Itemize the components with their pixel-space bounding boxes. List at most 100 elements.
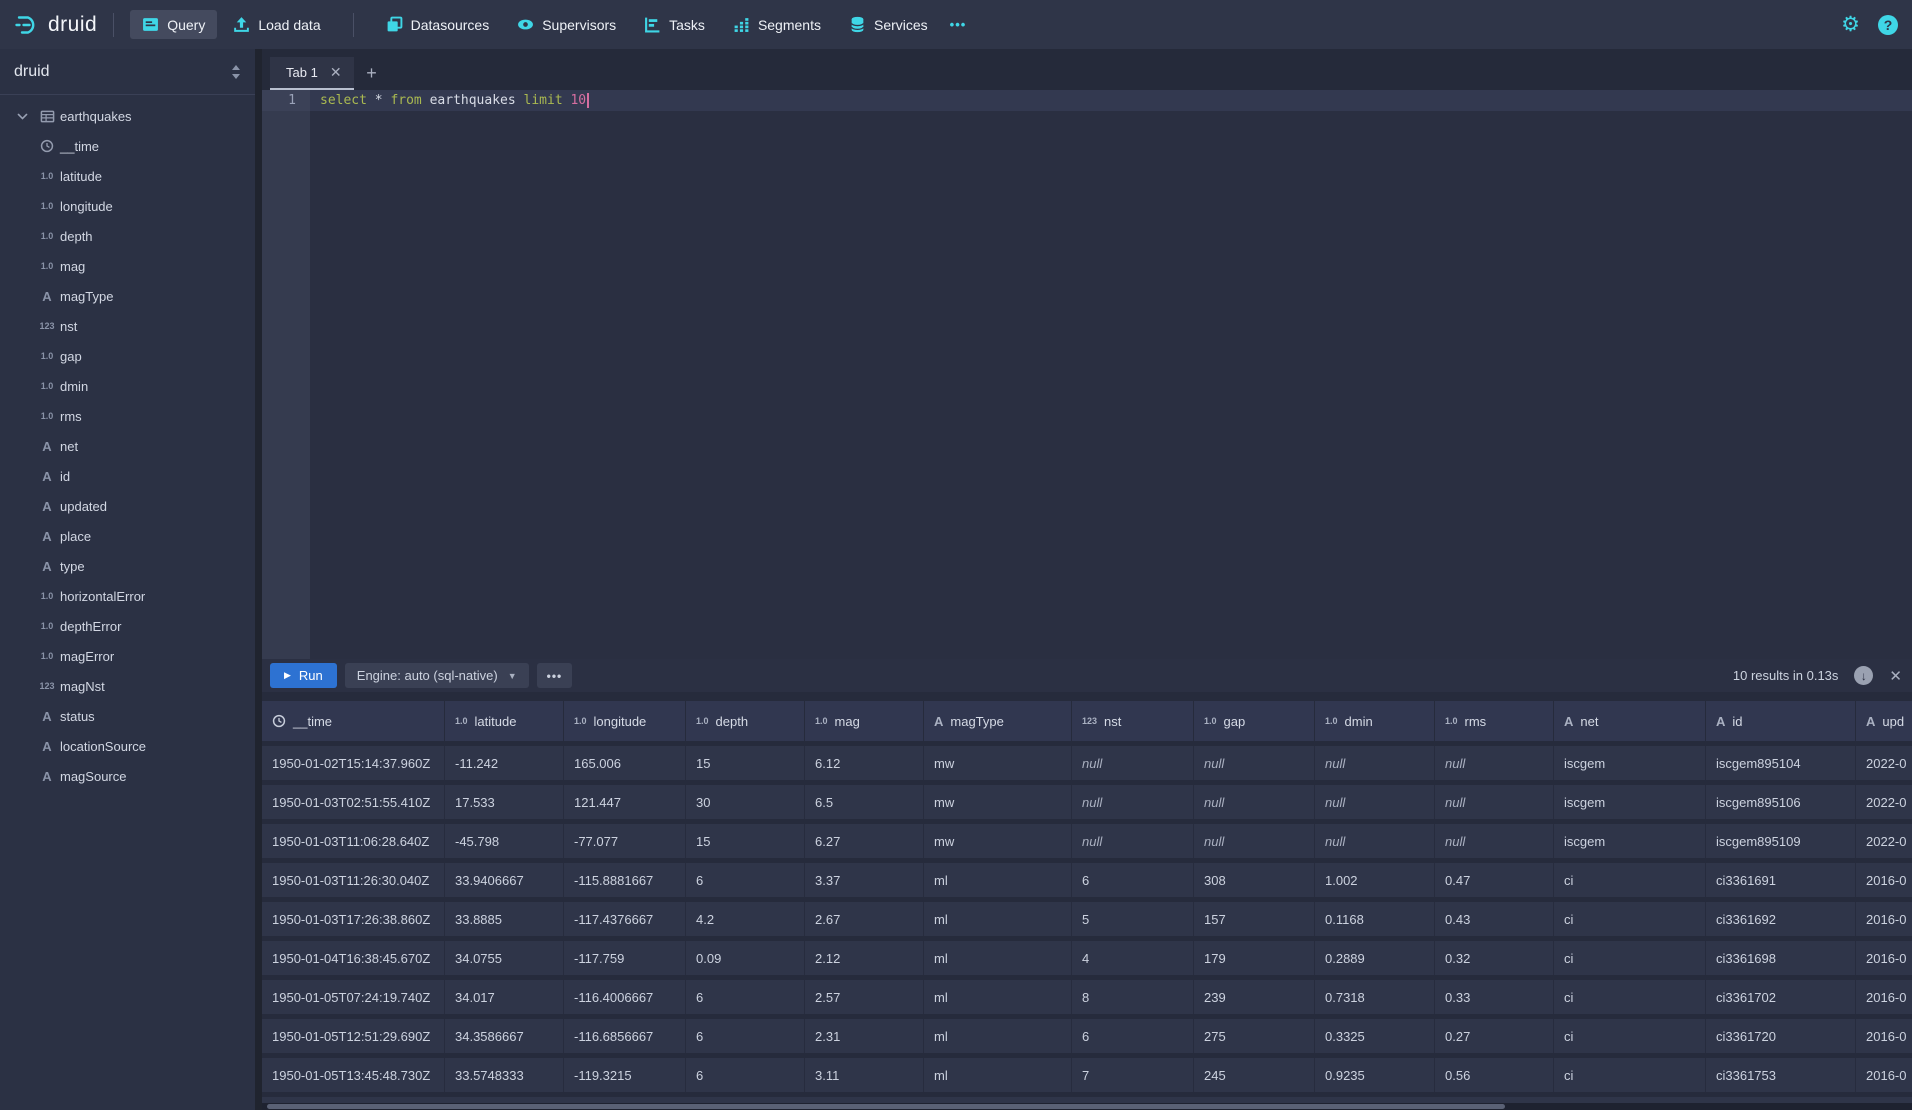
- editor-body[interactable]: [310, 111, 1912, 659]
- tree-item-column-gap[interactable]: 1.0gap: [0, 341, 255, 371]
- settings-gear-icon[interactable]: ⚙: [1841, 14, 1860, 35]
- download-icon[interactable]: ↓: [1854, 666, 1873, 685]
- cell-id[interactable]: ci3361692: [1706, 902, 1856, 936]
- cell-net[interactable]: ci: [1554, 1058, 1706, 1092]
- cell-latitude[interactable]: 34.017: [445, 980, 564, 1014]
- cell-rms[interactable]: 0.33: [1435, 980, 1554, 1014]
- cell-time[interactable]: 1950-01-03T11:26:30.040Z: [262, 863, 445, 897]
- cell-rms[interactable]: 0.27: [1435, 1019, 1554, 1053]
- header-cell-nst[interactable]: 123nst: [1072, 701, 1194, 741]
- tree-item-column-locationSource[interactable]: AlocationSource: [0, 731, 255, 761]
- cell-dmin[interactable]: 0.2889: [1315, 941, 1435, 975]
- cell-longitude[interactable]: 165.006: [564, 746, 686, 780]
- cell-depth[interactable]: 4.2: [686, 902, 805, 936]
- cell-magType[interactable]: mw: [924, 746, 1072, 780]
- cell-upd[interactable]: 2022-0: [1856, 746, 1912, 780]
- cell-depth[interactable]: 6: [686, 980, 805, 1014]
- schema-selector[interactable]: druid: [0, 49, 255, 95]
- cell-dmin[interactable]: 0.3325: [1315, 1019, 1435, 1053]
- cell-nst[interactable]: 4: [1072, 941, 1194, 975]
- tree-item-column-mag[interactable]: 1.0mag: [0, 251, 255, 281]
- tree-item-column-rms[interactable]: 1.0rms: [0, 401, 255, 431]
- cell-gap[interactable]: 157: [1194, 902, 1315, 936]
- cell-nst[interactable]: 5: [1072, 902, 1194, 936]
- cell-latitude[interactable]: 34.0755: [445, 941, 564, 975]
- cell-gap[interactable]: null: [1194, 824, 1315, 858]
- cell-id[interactable]: iscgem895109: [1706, 824, 1856, 858]
- cell-latitude[interactable]: 33.5748333: [445, 1058, 564, 1092]
- header-cell-id[interactable]: Aid: [1706, 701, 1856, 741]
- cell-mag[interactable]: 6.5: [805, 785, 924, 819]
- tree-item-column-horizontalError[interactable]: 1.0horizontalError: [0, 581, 255, 611]
- cell-id[interactable]: ci3361702: [1706, 980, 1856, 1014]
- horizontal-scrollbar-thumb[interactable]: [267, 1104, 1505, 1109]
- cell-time[interactable]: 1950-01-03T17:26:38.860Z: [262, 902, 445, 936]
- cell-latitude[interactable]: -11.242: [445, 746, 564, 780]
- header-cell-longitude[interactable]: 1.0longitude: [564, 701, 686, 741]
- header-cell-magType[interactable]: AmagType: [924, 701, 1072, 741]
- tree-item-column-time[interactable]: __time: [0, 131, 255, 161]
- tree-item-column-id[interactable]: Aid: [0, 461, 255, 491]
- cell-longitude[interactable]: -116.6856667: [564, 1019, 686, 1053]
- cell-depth[interactable]: 15: [686, 824, 805, 858]
- tree-item-column-latitude[interactable]: 1.0latitude: [0, 161, 255, 191]
- cell-upd[interactable]: 2022-0: [1856, 824, 1912, 858]
- cell-mag[interactable]: 6.12: [805, 746, 924, 780]
- cell-time[interactable]: 1950-01-03T11:06:28.640Z: [262, 824, 445, 858]
- cell-latitude[interactable]: 33.9406667: [445, 863, 564, 897]
- tree-item-column-place[interactable]: Aplace: [0, 521, 255, 551]
- cell-net[interactable]: ci: [1554, 902, 1706, 936]
- nav-item-load-data[interactable]: Load data: [221, 10, 332, 39]
- cell-gap[interactable]: null: [1194, 746, 1315, 780]
- sql-code-line[interactable]: select * from earthquakes limit 10: [310, 90, 1912, 111]
- header-cell-rms[interactable]: 1.0rms: [1435, 701, 1554, 741]
- header-cell-depth[interactable]: 1.0depth: [686, 701, 805, 741]
- tree-item-column-nst[interactable]: 123nst: [0, 311, 255, 341]
- cell-depth[interactable]: 6: [686, 1019, 805, 1053]
- tree-item-column-depthError[interactable]: 1.0depthError: [0, 611, 255, 641]
- cell-longitude[interactable]: -116.4006667: [564, 980, 686, 1014]
- cell-longitude[interactable]: -115.8881667: [564, 863, 686, 897]
- header-cell-time[interactable]: __time: [262, 701, 445, 741]
- nav-item-supervisors[interactable]: Supervisors: [505, 10, 628, 39]
- cell-upd[interactable]: 2016-0: [1856, 1058, 1912, 1092]
- nav-item-segments[interactable]: Segments: [721, 10, 833, 39]
- cell-magType[interactable]: ml: [924, 902, 1072, 936]
- double-caret-sort-icon[interactable]: [231, 65, 241, 79]
- cell-mag[interactable]: 2.31: [805, 1019, 924, 1053]
- cell-upd[interactable]: 2016-0: [1856, 902, 1912, 936]
- cell-latitude[interactable]: 17.533: [445, 785, 564, 819]
- tab-1[interactable]: Tab 1 ✕: [270, 57, 354, 90]
- nav-item-tasks[interactable]: Tasks: [632, 10, 717, 39]
- cell-rms[interactable]: null: [1435, 746, 1554, 780]
- cell-gap[interactable]: 179: [1194, 941, 1315, 975]
- cell-upd[interactable]: 2016-0: [1856, 863, 1912, 897]
- tree-item-column-net[interactable]: Anet: [0, 431, 255, 461]
- tree-item-column-magType[interactable]: AmagType: [0, 281, 255, 311]
- cell-magType[interactable]: ml: [924, 941, 1072, 975]
- tree-item-column-depth[interactable]: 1.0depth: [0, 221, 255, 251]
- tree-item-column-type[interactable]: Atype: [0, 551, 255, 581]
- cell-nst[interactable]: null: [1072, 824, 1194, 858]
- cell-magType[interactable]: mw: [924, 824, 1072, 858]
- nav-more-button[interactable]: •••: [940, 11, 977, 38]
- tree-item-column-magError[interactable]: 1.0magError: [0, 641, 255, 671]
- tree-item-column-dmin[interactable]: 1.0dmin: [0, 371, 255, 401]
- cell-upd[interactable]: 2022-0: [1856, 785, 1912, 819]
- cell-upd[interactable]: 2016-0: [1856, 980, 1912, 1014]
- cell-time[interactable]: 1950-01-05T07:24:19.740Z: [262, 980, 445, 1014]
- cell-nst[interactable]: 6: [1072, 1019, 1194, 1053]
- header-cell-latitude[interactable]: 1.0latitude: [445, 701, 564, 741]
- cell-upd[interactable]: 2016-0: [1856, 941, 1912, 975]
- cell-magType[interactable]: mw: [924, 785, 1072, 819]
- engine-select[interactable]: Engine: auto (sql-native) ▼: [345, 663, 529, 688]
- cell-gap[interactable]: 275: [1194, 1019, 1315, 1053]
- cell-id[interactable]: ci3361698: [1706, 941, 1856, 975]
- cell-longitude[interactable]: -117.759: [564, 941, 686, 975]
- cell-net[interactable]: ci: [1554, 1019, 1706, 1053]
- cell-nst[interactable]: null: [1072, 746, 1194, 780]
- tree-item-datasource-earthquakes[interactable]: earthquakes: [0, 101, 255, 131]
- close-results-icon[interactable]: ✕: [1889, 667, 1902, 685]
- cell-dmin[interactable]: 0.7318: [1315, 980, 1435, 1014]
- cell-net[interactable]: ci: [1554, 941, 1706, 975]
